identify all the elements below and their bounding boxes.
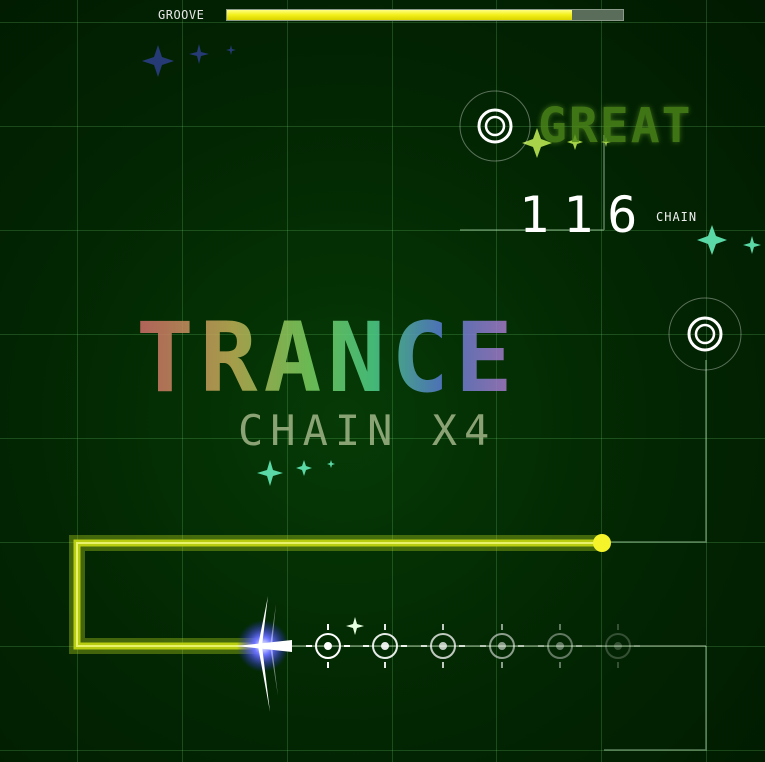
lane-path	[69, 535, 602, 654]
lane-layer	[69, 534, 706, 712]
game-playfield[interactable]: GROOVE GREAT 116 CHAIN TRANCE CHAIN X4	[0, 0, 765, 762]
player-ship-icon	[236, 596, 292, 712]
path-endpoint	[593, 534, 611, 552]
